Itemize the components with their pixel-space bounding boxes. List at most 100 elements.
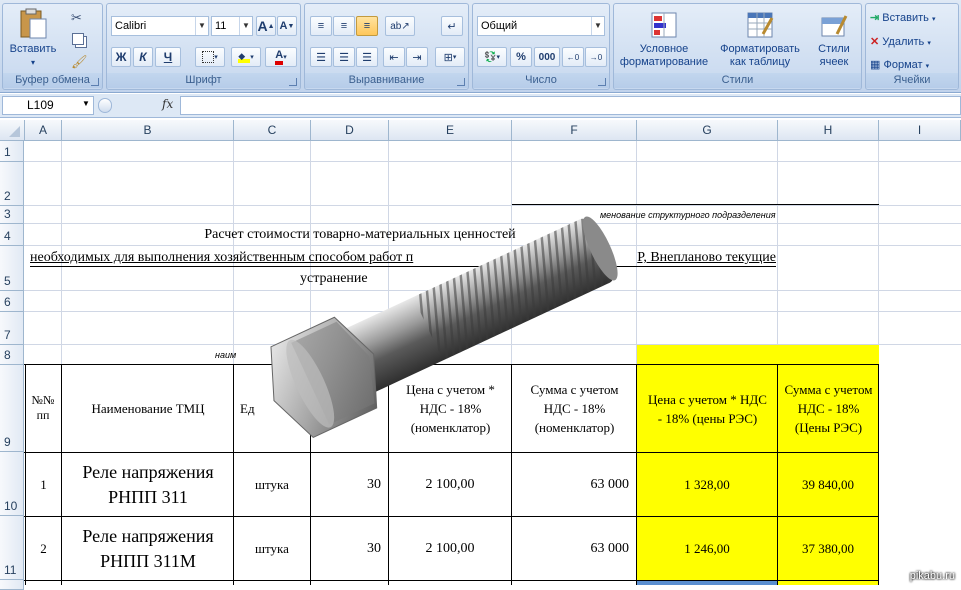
font-size-dropdown-icon[interactable]: ▼ bbox=[239, 17, 252, 35]
item2-num[interactable]: 2 bbox=[26, 517, 61, 580]
clipboard-launcher-icon[interactable] bbox=[91, 78, 99, 86]
select-all-corner[interactable] bbox=[0, 120, 25, 141]
item1-price[interactable]: 2 100,00 bbox=[389, 453, 511, 516]
paste-icon bbox=[20, 8, 47, 39]
column-header-b[interactable]: B bbox=[62, 120, 234, 141]
thousands-button[interactable]: 000 bbox=[534, 47, 560, 67]
column-header-g[interactable]: G bbox=[637, 120, 778, 141]
underline-button[interactable]: Ч bbox=[155, 47, 181, 67]
row-header-5[interactable]: 5 bbox=[0, 246, 24, 291]
font-color-button[interactable]: А ▾ bbox=[265, 47, 297, 67]
font-size-combo[interactable]: 11 ▼ bbox=[211, 16, 253, 36]
item1-sum-res[interactable]: 39 840,00 bbox=[778, 453, 878, 516]
item2-price[interactable]: 2 100,00 bbox=[389, 517, 511, 580]
insert-function-icon[interactable]: fx bbox=[162, 97, 173, 111]
decrease-indent-button[interactable]: ⇤ bbox=[383, 47, 405, 67]
format-as-table-label: Форматировать как таблицу bbox=[720, 43, 800, 68]
increase-indent-button[interactable]: ⇥ bbox=[406, 47, 428, 67]
row-header-8[interactable]: 8 bbox=[0, 345, 24, 365]
column-header-i[interactable]: I bbox=[879, 120, 961, 141]
item1-name[interactable]: Реле напряжения РНПП 311 bbox=[64, 453, 232, 516]
item2-qty[interactable]: 30 bbox=[311, 517, 381, 580]
row-header-1[interactable]: 1 bbox=[0, 141, 24, 162]
number-format-value: Общий bbox=[481, 20, 518, 32]
item2-unit[interactable]: штука bbox=[234, 517, 310, 580]
grow-font-button[interactable]: A ▲ bbox=[256, 16, 276, 36]
align-bottom-icon: ≡ bbox=[363, 20, 371, 32]
alignment-launcher-icon[interactable] bbox=[457, 78, 465, 86]
font-group-label: Шрифт bbox=[107, 73, 300, 88]
align-left-button[interactable]: ☰ bbox=[310, 47, 332, 67]
name-box[interactable]: L109 bbox=[2, 96, 94, 115]
row-header-12[interactable] bbox=[0, 580, 24, 590]
format-painter-icon[interactable]: 🖌 bbox=[71, 54, 88, 70]
wrap-text-button[interactable]: ↵ bbox=[441, 16, 463, 36]
item2-name[interactable]: Реле напряжения РНПП 311М bbox=[64, 517, 232, 580]
row-header-9[interactable]: 9 bbox=[0, 365, 24, 452]
row-header-10[interactable]: 10 bbox=[0, 452, 24, 516]
header-price-res: Цена с учетом * НДС - 18% (цены РЭС) bbox=[648, 391, 767, 426]
percent-button[interactable]: % bbox=[510, 47, 532, 67]
watermark: pikabu.ru bbox=[909, 570, 955, 582]
row-header-2[interactable]: 2 bbox=[0, 162, 24, 206]
item1-num[interactable]: 1 bbox=[26, 453, 61, 516]
bold-button[interactable]: Ж bbox=[111, 47, 131, 67]
item1-qty[interactable]: 30 bbox=[311, 453, 381, 516]
item2-sum[interactable]: 63 000 bbox=[512, 517, 630, 580]
paste-button[interactable]: Вставить ▾ bbox=[7, 8, 59, 69]
column-header-a[interactable]: A bbox=[25, 120, 62, 141]
column-header-f[interactable]: F bbox=[512, 120, 637, 141]
item2-sum-res[interactable]: 37 380,00 bbox=[778, 517, 878, 580]
format-as-table-button[interactable]: Форматировать как таблицу bbox=[718, 10, 802, 69]
number-launcher-icon[interactable] bbox=[598, 78, 606, 86]
item2-price-res[interactable]: 1 246,00 bbox=[637, 517, 777, 580]
cell-styles-button[interactable]: Стили ячеек bbox=[808, 10, 860, 69]
italic-button[interactable]: К bbox=[133, 47, 153, 67]
column-header-c[interactable]: C bbox=[234, 120, 311, 141]
column-header-e[interactable]: E bbox=[389, 120, 512, 141]
item1-price-res[interactable]: 1 328,00 bbox=[637, 453, 777, 516]
insert-cells-button[interactable]: ⇥ Вставить ▾ bbox=[870, 11, 956, 29]
align-center-button[interactable]: ☰ bbox=[333, 47, 355, 67]
increase-decimal-button[interactable]: ←0 bbox=[562, 47, 584, 67]
number-format-combo[interactable]: Общий ▼ bbox=[477, 16, 605, 36]
cut-icon[interactable]: ✂ bbox=[71, 10, 82, 26]
item1-unit[interactable]: штука bbox=[234, 453, 310, 516]
align-top-icon: ≡ bbox=[317, 20, 325, 32]
align-top-button[interactable]: ≡ bbox=[310, 16, 332, 36]
column-header-h[interactable]: H bbox=[778, 120, 879, 141]
copy-icon[interactable] bbox=[72, 33, 84, 45]
delete-cells-button[interactable]: ✕ Удалить ▾ bbox=[870, 35, 956, 53]
wrap-text-icon: ↵ bbox=[447, 20, 457, 33]
row-header-3[interactable]: 3 bbox=[0, 206, 24, 224]
font-launcher-icon[interactable] bbox=[289, 78, 297, 86]
decrease-decimal-icon: →0 bbox=[589, 52, 603, 62]
formula-input[interactable] bbox=[180, 96, 961, 115]
font-name-combo[interactable]: Calibri ▼ bbox=[111, 16, 209, 36]
fill-color-button[interactable]: ◆ ▾ bbox=[231, 47, 261, 67]
borders-button[interactable]: ▾ bbox=[195, 47, 225, 67]
font-name-dropdown-icon[interactable]: ▼ bbox=[195, 17, 208, 35]
row-header-6[interactable]: 6 bbox=[0, 291, 24, 312]
orientation-button[interactable]: ab↗ bbox=[385, 16, 415, 36]
formula-bar-splitter[interactable] bbox=[98, 98, 112, 113]
number-format-dropdown-icon[interactable]: ▼ bbox=[591, 17, 604, 35]
cells-group: ⇥ Вставить ▾ ✕ Удалить ▾ ▦ Формат ▾ Ячей… bbox=[865, 3, 959, 90]
increase-indent-icon: ⇥ bbox=[412, 51, 422, 64]
shrink-font-button[interactable]: A ▼ bbox=[277, 16, 297, 36]
column-header-d[interactable]: D bbox=[311, 120, 389, 141]
decrease-decimal-button[interactable]: →0 bbox=[585, 47, 607, 67]
align-bottom-button[interactable]: ≡ bbox=[356, 16, 378, 36]
format-cells-icon: ▦ bbox=[870, 59, 881, 71]
row-header-7[interactable]: 7 bbox=[0, 312, 24, 345]
align-right-button[interactable]: ☰ bbox=[356, 47, 378, 67]
name-box-dropdown-icon[interactable]: ▼ bbox=[82, 99, 90, 108]
merge-button[interactable]: ⊞ ▾ bbox=[435, 47, 465, 67]
conditional-formatting-button[interactable]: Условное форматирование bbox=[618, 10, 710, 69]
row-header-11[interactable]: 11 bbox=[0, 516, 24, 580]
row-header-4[interactable]: 4 bbox=[0, 224, 24, 246]
align-middle-button[interactable]: ≡ bbox=[333, 16, 355, 36]
currency-button[interactable]: 💱 ▾ bbox=[477, 47, 507, 67]
font-group: Calibri ▼ 11 ▼ A ▲ A ▼ Ж К Ч ▾ ◆ ▾ А ▾ Шрифт bbox=[106, 3, 301, 90]
item1-sum[interactable]: 63 000 bbox=[512, 453, 630, 516]
